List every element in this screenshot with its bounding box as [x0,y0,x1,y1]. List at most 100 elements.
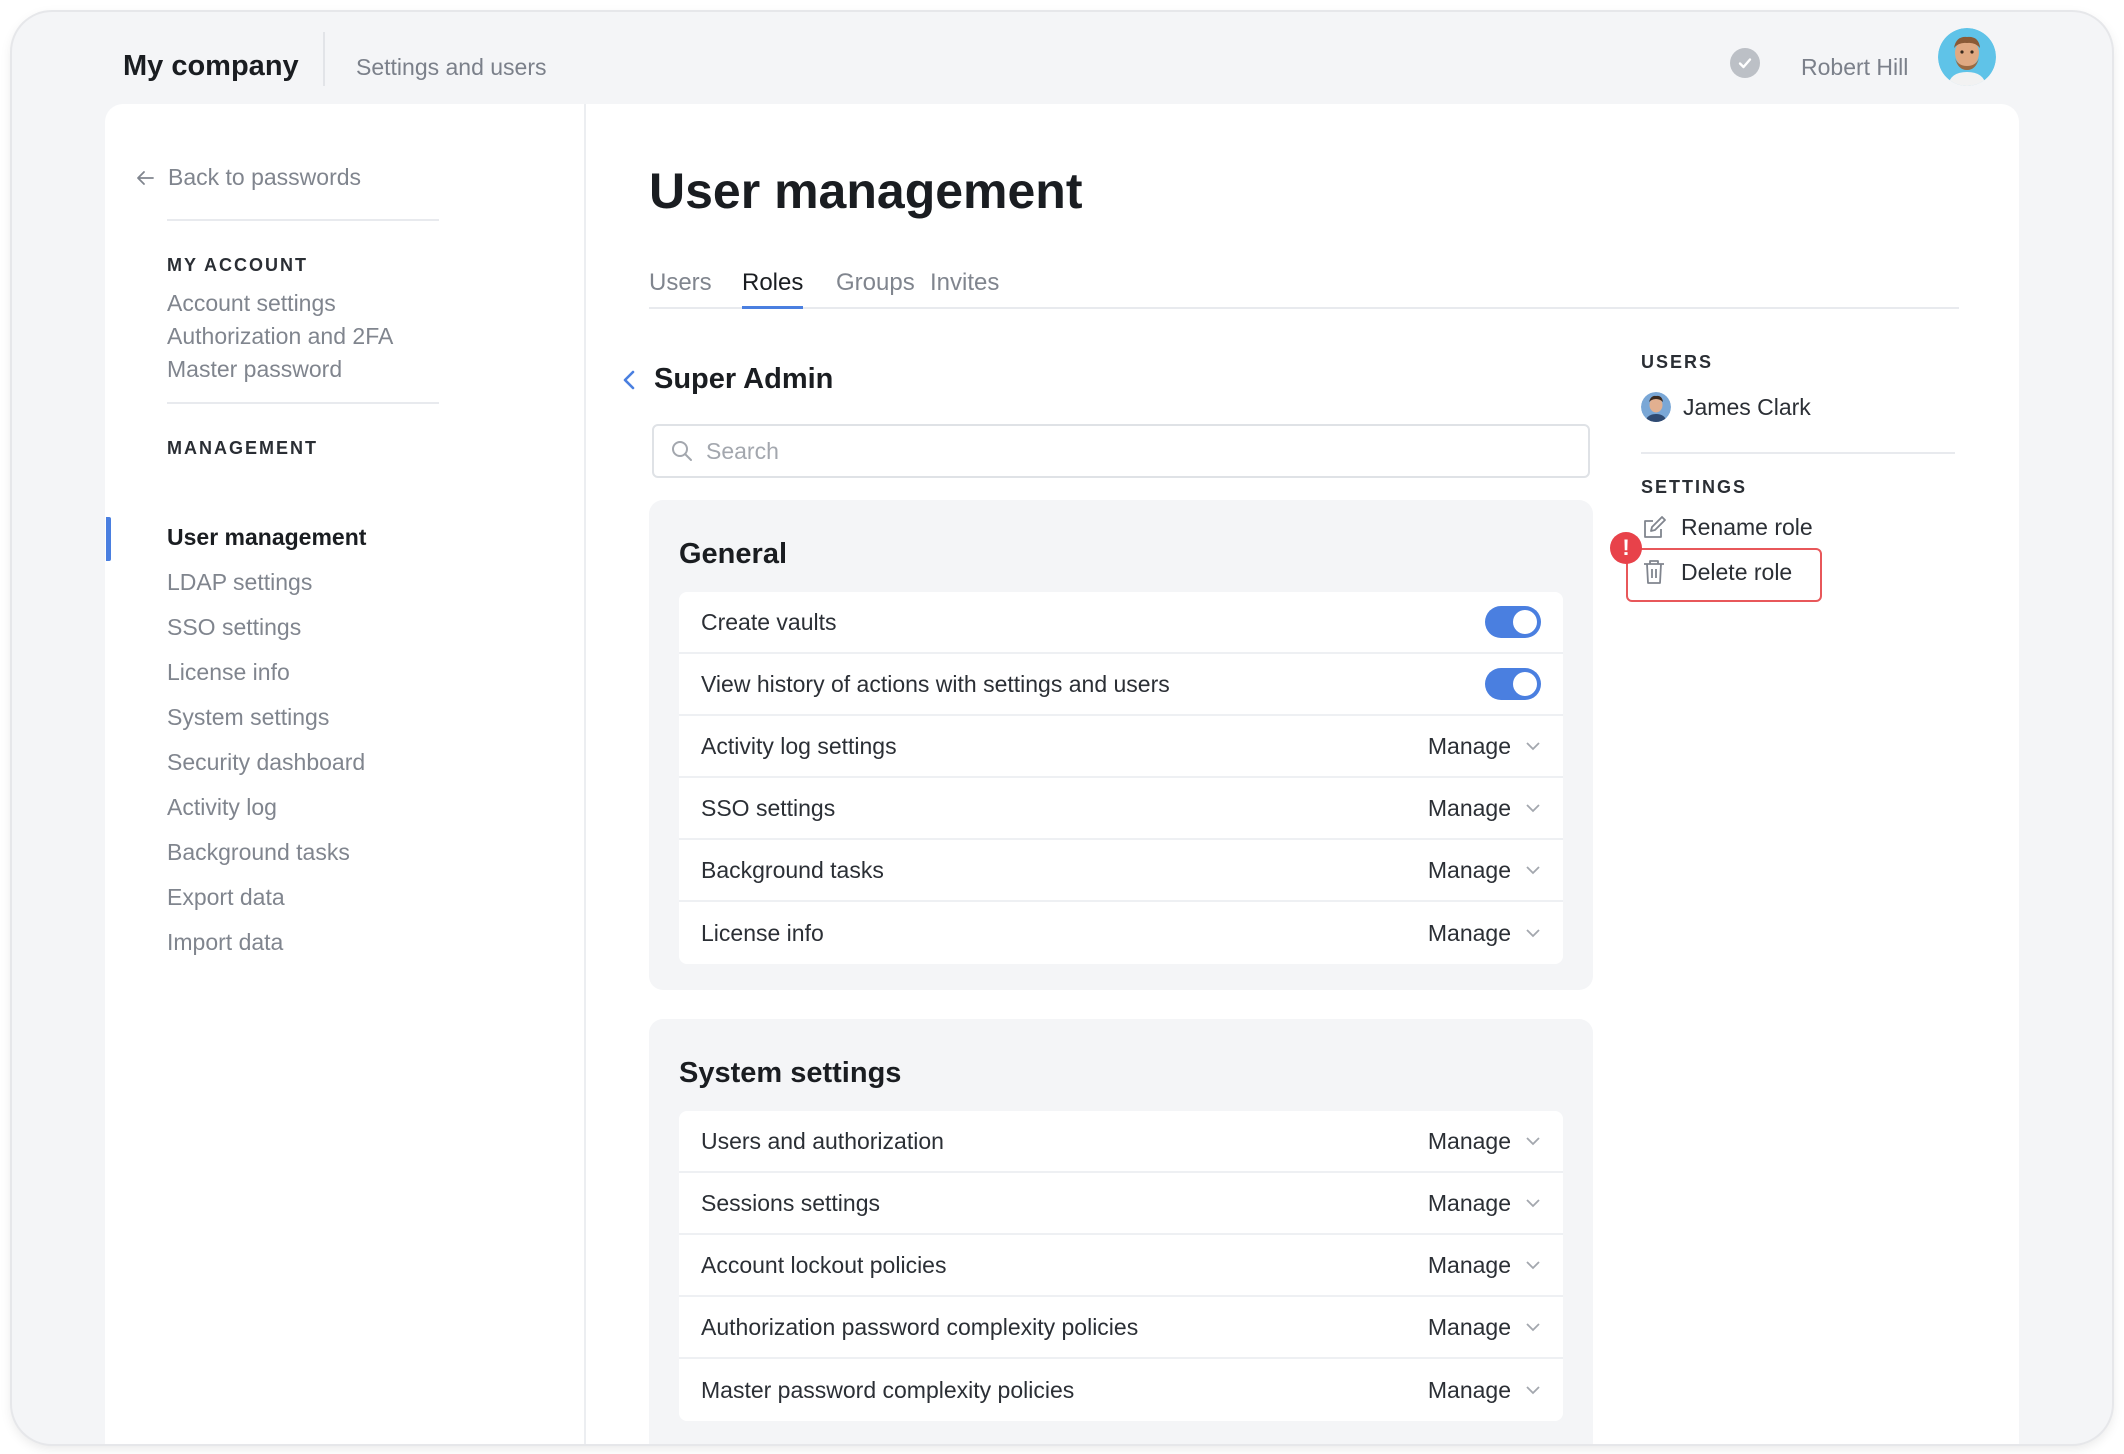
sidebar-item-ldap-settings[interactable]: LDAP settings [167,569,312,596]
sidebar-item-authorization-2fa[interactable]: Authorization and 2FA [167,323,393,350]
sidebar-divider-2 [167,402,439,404]
search-input[interactable]: Search [652,424,1590,478]
page-title: User management [649,163,1083,219]
chevron-down-icon[interactable] [1525,803,1541,813]
chevron-down-icon[interactable] [1525,1385,1541,1395]
alert-icon: ! [1610,532,1642,564]
delete-role-button[interactable]: Delete role [1641,558,1792,586]
sidebar-item-user-management[interactable]: User management [167,524,366,551]
group-title-system-settings: System settings [679,1057,902,1089]
my-account-heading: MY ACCOUNT [167,255,308,275]
permission-select[interactable]: Manage [1428,1252,1511,1279]
tabs-bar: Users Roles Groups Invites [649,269,1959,309]
tab-groups[interactable]: Groups [836,269,915,297]
chevron-down-icon[interactable] [1525,1136,1541,1146]
chevron-down-icon[interactable] [1525,1322,1541,1332]
permission-select[interactable]: Manage [1428,1377,1511,1404]
permission-row: View history of actions with settings an… [679,654,1563,716]
role-header: Super Admin [622,363,833,396]
permission-row: Background tasks Manage [679,840,1563,902]
chevron-down-icon[interactable] [1525,928,1541,938]
sidebar-divider [584,104,586,1444]
user-avatar[interactable] [1938,28,1996,86]
tab-roles[interactable]: Roles [742,269,804,309]
search-placeholder: Search [706,437,779,464]
sidebar-item-master-password[interactable]: Master password [167,356,342,383]
chevron-down-icon[interactable] [1525,741,1541,751]
sidebar-item-system-settings[interactable]: System settings [167,704,329,731]
trash-icon [1644,560,1664,584]
permission-select[interactable]: Manage [1428,1128,1511,1155]
sidebar-item-activity-log[interactable]: Activity log [167,794,277,821]
permission-label: Activity log settings [701,732,897,759]
chevron-down-icon[interactable] [1525,1260,1541,1270]
group-title-general: General [679,538,787,570]
group-general-rows: Create vaults View history of actions wi… [679,592,1563,964]
sidebar-divider-1 [167,219,439,221]
breadcrumb: Settings and users [356,54,547,80]
chevron-down-icon[interactable] [1525,865,1541,875]
permission-row: Activity log settings Manage [679,716,1563,778]
sidebar-item-import-data[interactable]: Import data [167,929,283,956]
top-bar: My company Settings and users Robert Hil… [12,12,2112,104]
header-divider [323,32,325,86]
permission-row: Create vaults [679,592,1563,654]
permission-label: Users and authorization [701,1127,944,1154]
permission-label: Background tasks [701,856,884,883]
permission-select[interactable]: Manage [1428,1314,1511,1341]
permission-row: Master password complexity policies Mana… [679,1359,1563,1421]
tab-invites[interactable]: Invites [930,269,999,297]
role-user-item[interactable]: James Clark [1641,392,1811,422]
rename-role-label: Rename role [1681,514,1813,540]
permission-label: License info [701,919,824,946]
permission-label: Authorization password complexity polici… [701,1313,1139,1340]
tab-users[interactable]: Users [649,269,712,297]
chevron-left-icon[interactable] [622,369,636,391]
permission-row: License info Manage [679,902,1563,964]
tab-roles-label: Roles [742,269,804,296]
management-heading: MANAGEMENT [167,438,318,458]
settings-heading: SETTINGS [1641,477,1748,497]
check-icon[interactable] [1730,48,1760,78]
sidebar-item-license-info[interactable]: License info [167,659,290,686]
delete-role-label: Delete role [1681,558,1793,585]
permission-label: Sessions settings [701,1189,880,1216]
permission-select[interactable]: Manage [1428,920,1511,947]
permission-label: Create vaults [701,608,837,635]
users-heading: USERS [1641,352,1714,372]
permission-label: Account lockout policies [701,1251,947,1278]
permission-row: SSO settings Manage [679,778,1563,840]
user-avatar-small [1641,392,1671,422]
sidebar-item-background-tasks[interactable]: Background tasks [167,839,350,866]
back-label: Back to passwords [168,164,362,190]
edit-icon [1644,515,1666,538]
permission-row: Sessions settings Manage [679,1173,1563,1235]
arrow-left-icon [137,170,154,185]
permission-row: Authorization password complexity polici… [679,1297,1563,1359]
permission-select[interactable]: Manage [1428,733,1511,760]
sidebar-item-export-data[interactable]: Export data [167,884,285,911]
permission-select[interactable]: Manage [1428,857,1511,884]
current-user-name[interactable]: Robert Hill [1801,54,1908,81]
view-history-toggle[interactable] [1485,668,1541,700]
permission-label: View history of actions with settings an… [701,670,1170,697]
search-icon [672,441,692,461]
permission-select[interactable]: Manage [1428,795,1511,822]
sidebar-item-account-settings[interactable]: Account settings [167,290,336,317]
sidebar-item-sso-settings[interactable]: SSO settings [167,614,301,641]
permission-select[interactable]: Manage [1428,1190,1511,1217]
app-window: My company Settings and users Robert Hil… [12,12,2112,1444]
active-indicator [106,517,111,561]
role-user-name: James Clark [1683,393,1811,420]
sidebar-item-security-dashboard[interactable]: Security dashboard [167,749,365,776]
back-to-passwords-link[interactable]: Back to passwords [136,164,361,191]
role-title: Super Admin [654,363,834,395]
group-general: General Create vaults View history of ac… [649,500,1593,990]
chevron-down-icon[interactable] [1525,1198,1541,1208]
company-name[interactable]: My company [123,50,299,83]
right-panel-divider [1641,452,1955,454]
group-system-settings: System settings Users and authorization … [649,1019,1593,1444]
permission-row: Account lockout policies Manage [679,1235,1563,1297]
create-vaults-toggle[interactable] [1485,606,1541,638]
rename-role-button[interactable]: Rename role [1641,514,1813,541]
